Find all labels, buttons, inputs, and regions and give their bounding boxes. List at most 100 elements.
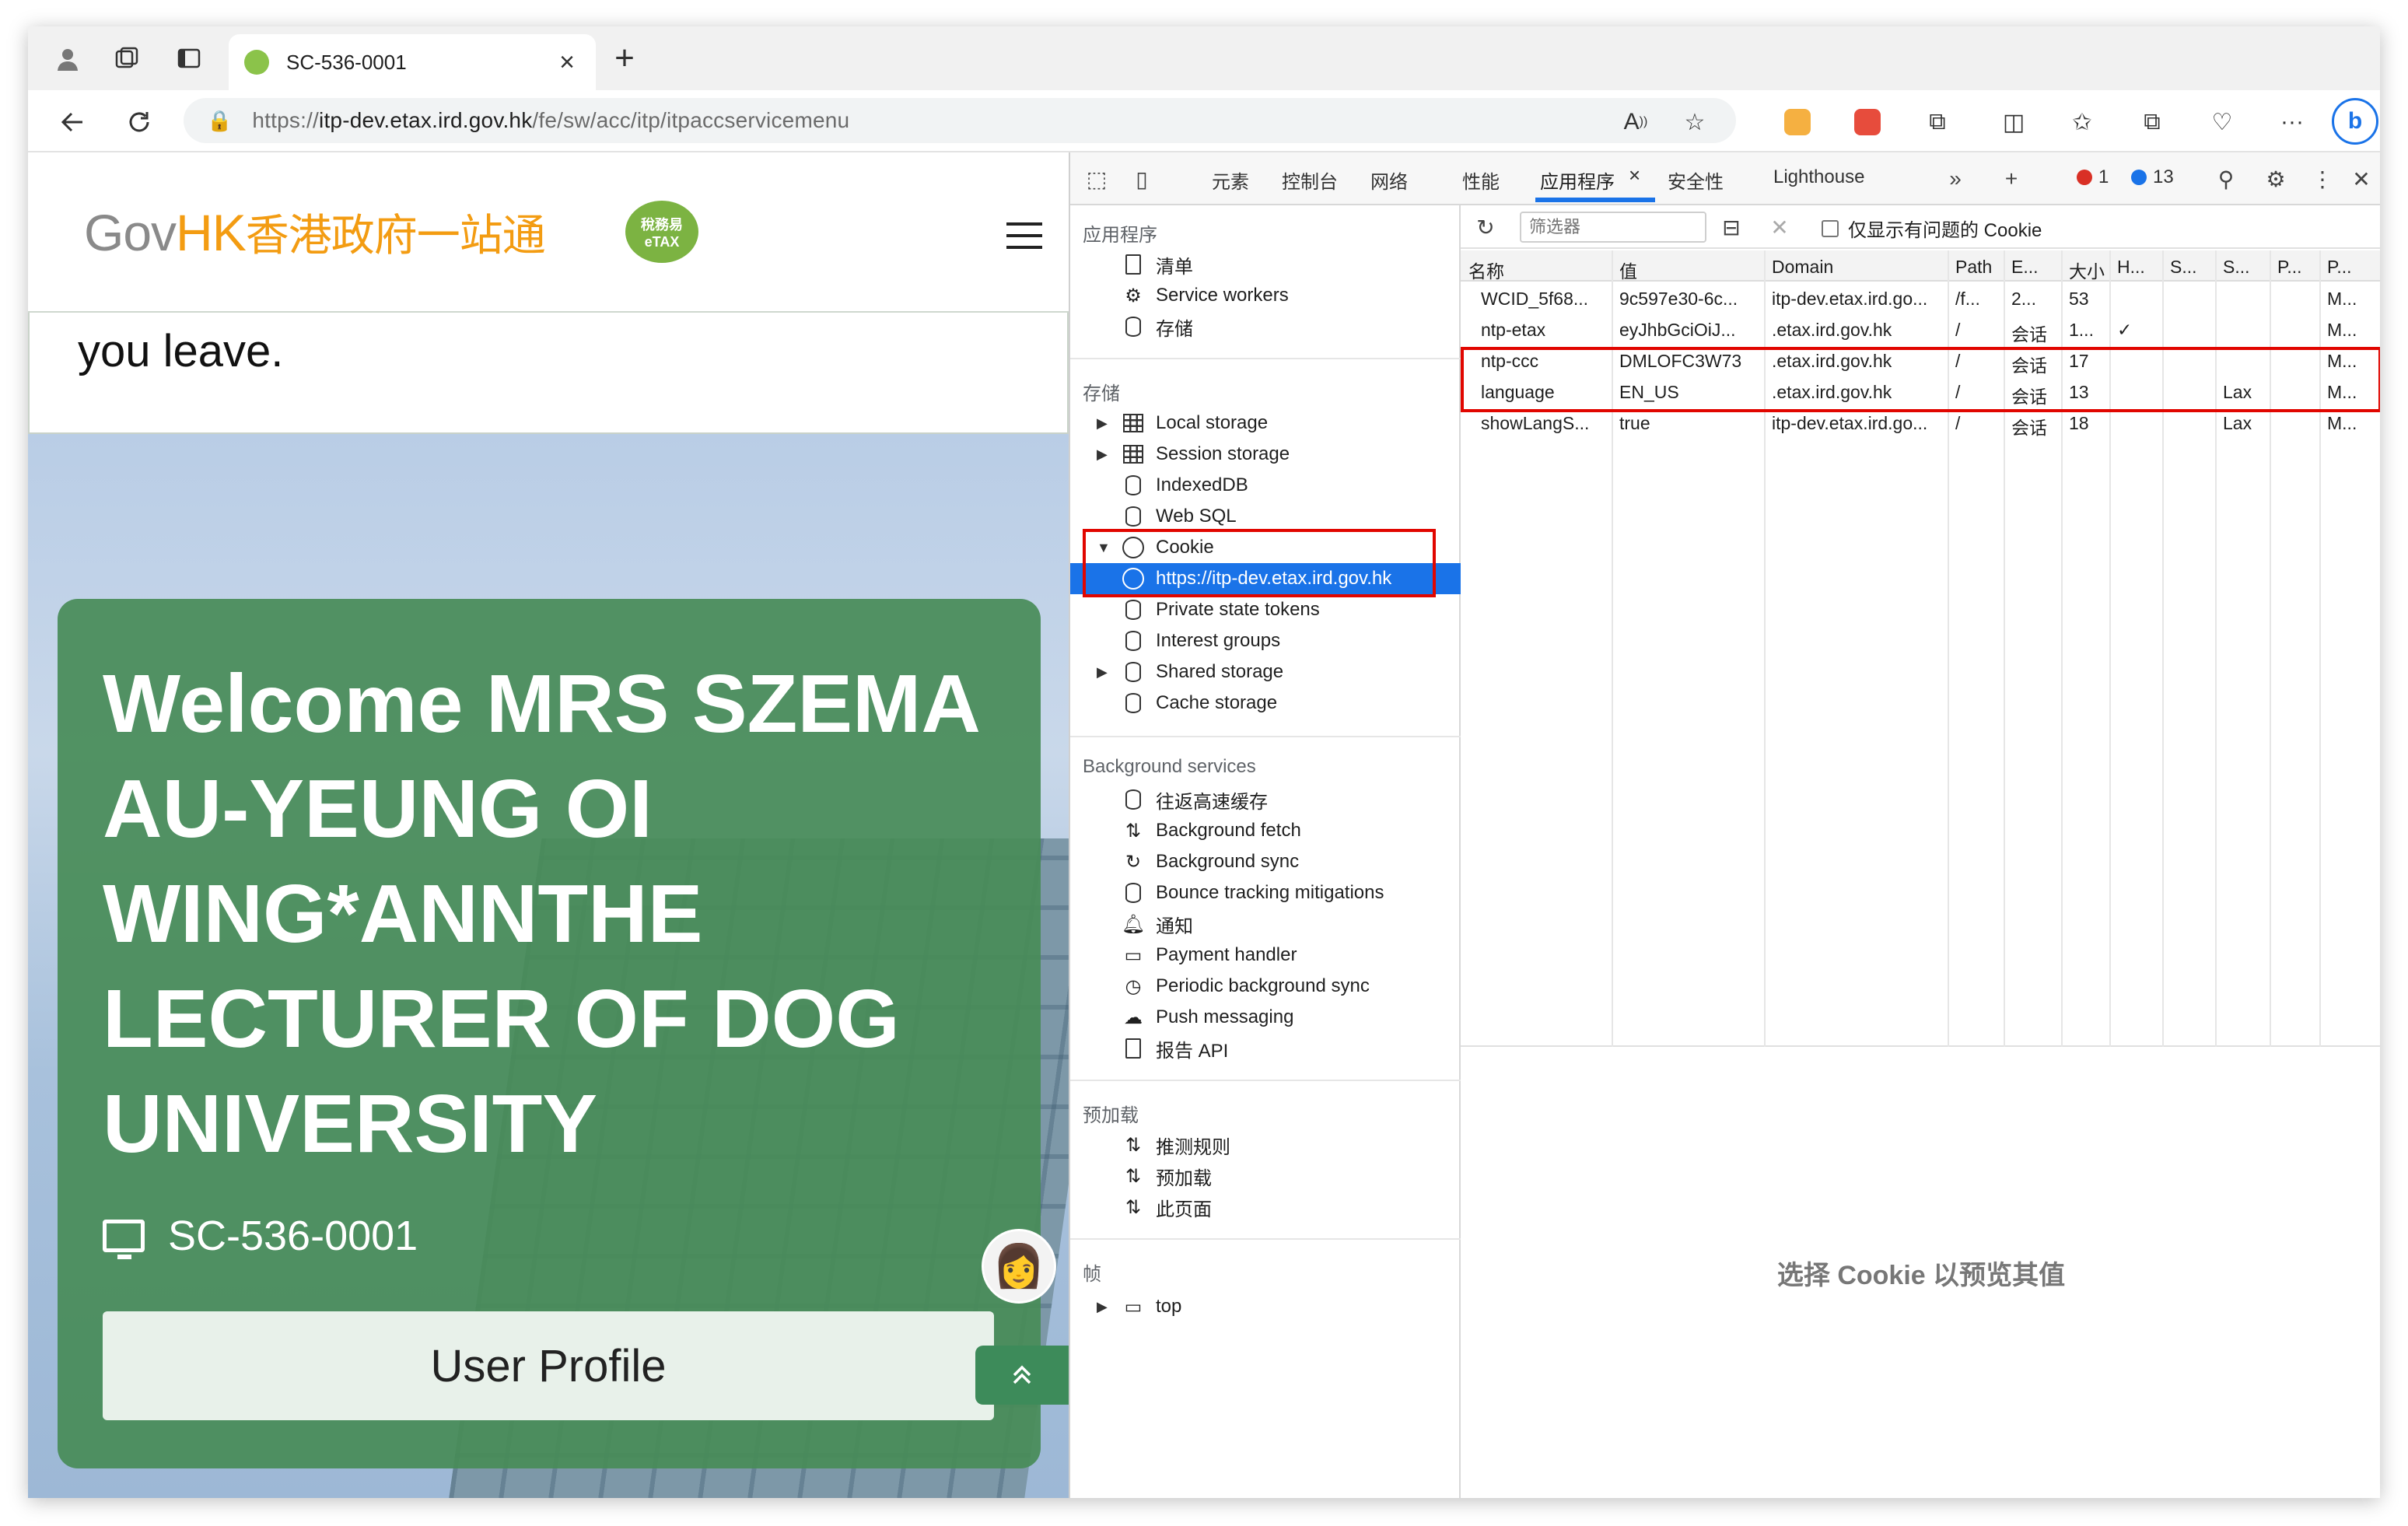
sidebar-item-reporting-api[interactable]: 报告 API [1097, 1033, 1228, 1064]
settings-gear-icon[interactable]: ⚙ [2260, 163, 2291, 194]
sidebar-item-top-frame[interactable]: ▶ ▭ top [1097, 1291, 1181, 1322]
user-feedback-icon[interactable]: ⚲ [2210, 163, 2242, 194]
more-tabs-icon[interactable]: » [1940, 163, 1971, 194]
more-menu-icon[interactable]: ··· [2271, 101, 2313, 143]
sidebar-item-storage[interactable]: 存储 [1097, 311, 1193, 342]
sidebar-item-periodic-sync[interactable]: ◷ Periodic background sync [1097, 971, 1370, 1002]
sidebar-item-speculation-rules[interactable]: ⇅ 推测规则 [1097, 1129, 1230, 1160]
scroll-to-top-button[interactable] [975, 1346, 1069, 1405]
assistant-avatar[interactable]: 👩 [982, 1229, 1056, 1304]
url-field[interactable]: 🔒 https://itp-dev.etax.ird.gov.hk/fe/sw/… [184, 98, 1736, 143]
refresh-icon[interactable] [118, 101, 160, 143]
tab-performance[interactable]: 性能 [1462, 166, 1500, 194]
bing-copilot-icon[interactable]: b [2332, 98, 2378, 145]
sidebar-item-service-workers[interactable]: ⚙ Service workers [1097, 280, 1289, 311]
favorites-list-icon[interactable]: ✩ [2061, 101, 2103, 143]
collapse-arrow-icon[interactable]: ▼ [1097, 540, 1120, 556]
error-counter[interactable]: 1 [2077, 166, 2109, 188]
sidebar-item-cookie[interactable]: ▼ Cookie [1097, 532, 1214, 563]
sidebar-item-session-storage[interactable]: ▶ Session storage [1097, 439, 1290, 470]
sidebar-item-background-sync[interactable]: ↻ Background sync [1097, 846, 1299, 877]
translate-extension-icon[interactable] [1846, 101, 1888, 143]
sidebar-item-indexeddb[interactable]: IndexedDB [1097, 470, 1248, 501]
column-header[interactable]: 大小 [2061, 250, 2109, 282]
column-header[interactable]: S... [2162, 250, 2215, 282]
sidebar-item-payment-handler[interactable]: ▭ Payment handler [1097, 940, 1297, 971]
sidebar-item-push-messaging[interactable]: ☁ Push messaging [1097, 1002, 1293, 1033]
expand-arrow-icon[interactable]: ▶ [1097, 1299, 1120, 1315]
favorite-star-icon[interactable]: ☆ [1674, 101, 1716, 143]
tab-close-icon[interactable]: × [554, 47, 580, 78]
sidebar-item-background-fetch[interactable]: ⇅ Background fetch [1097, 815, 1301, 846]
add-tab-icon[interactable]: + [1996, 163, 2027, 194]
split-screen-icon[interactable]: ◫ [1993, 101, 2035, 143]
sidebar-item-local-storage[interactable]: ▶ Local storage [1097, 408, 1268, 439]
close-devtools-icon[interactable]: ✕ [2346, 163, 2377, 194]
sidebar-item-preloads[interactable]: ⇅ 预加载 [1097, 1160, 1212, 1192]
expand-arrow-icon[interactable]: ▶ [1097, 664, 1120, 681]
column-header[interactable]: P... [2319, 250, 2380, 282]
sidebar-item-bfcache[interactable]: 往返高速缓存 [1097, 784, 1268, 815]
device-emulation-icon[interactable]: ▯ [1126, 163, 1157, 194]
back-arrow-icon[interactable] [51, 101, 93, 143]
sidebar-item-manifest[interactable]: 清单 [1097, 249, 1193, 280]
sidebar-item-bounce-tracking[interactable]: Bounce tracking mitigations [1097, 877, 1384, 908]
sidebar-item-notifications[interactable]: 🔔︎ 通知 [1097, 908, 1193, 940]
hamburger-menu-icon[interactable] [1006, 222, 1042, 249]
kebab-menu-icon[interactable]: ⋮ [2307, 163, 2338, 194]
tab-actions-icon[interactable] [168, 37, 210, 79]
sidebar-item-web-sql[interactable]: Web SQL [1097, 501, 1237, 532]
expand-arrow-icon[interactable]: ▶ [1097, 446, 1120, 463]
table-cell: M... [2327, 289, 2357, 309]
tab-active[interactable]: SC-536-0001 × [229, 34, 596, 90]
column-header[interactable]: Path [1948, 250, 2004, 282]
expand-arrow-icon[interactable]: ▶ [1097, 415, 1120, 432]
filter-input[interactable] [1520, 212, 1706, 243]
tab-security[interactable]: 安全性 [1668, 166, 1724, 194]
checkbox-icon[interactable] [1822, 219, 1839, 237]
sidebar-item-cookie-origin[interactable]: https://itp-dev.etax.ird.gov.hk [1120, 563, 1391, 594]
table-row[interactable]: ntp-etax eyJhbGciOiJ... .etax.ird.gov.hk / 会… [1461, 314, 2380, 345]
message-counter[interactable]: 13 [2131, 166, 2174, 188]
tab-close-icon[interactable]: × [1629, 163, 1640, 187]
column-header[interactable]: E... [2004, 250, 2061, 282]
tab-lighthouse[interactable]: Lighthouse [1773, 166, 1864, 188]
table-row[interactable]: ntp-ccc DMLOFC3W73 .etax.ird.gov.hk / 会话 17 M.… [1461, 345, 2380, 376]
sidebar-item-this-page[interactable]: ⇅ 此页面 [1097, 1192, 1212, 1223]
sidebar-item-private-state-tokens[interactable]: Private state tokens [1097, 594, 1320, 625]
tab-application[interactable]: 应用程序 [1540, 166, 1615, 194]
govhk-logo[interactable]: GovHK香港政府一站通 [84, 201, 546, 264]
refresh-icon[interactable]: ↻ [1470, 212, 1501, 243]
extension-orange-icon[interactable] [1776, 101, 1818, 143]
clear-filtered-icon[interactable]: ⊟ [1716, 212, 1747, 243]
column-header[interactable]: 值 [1612, 250, 1764, 282]
sidebar-item-shared-storage[interactable]: ▶ Shared storage [1097, 656, 1283, 688]
sidebar-item-cache-storage[interactable]: Cache storage [1097, 688, 1277, 719]
tab-elements[interactable]: 元素 [1212, 166, 1249, 194]
table-row[interactable]: showLangS... true itp-dev.etax.ird.go... / 会… [1461, 408, 2380, 439]
inspect-element-icon[interactable]: ⬚ [1081, 163, 1112, 194]
new-tab-button[interactable]: + [605, 40, 644, 76]
user-profile-button[interactable]: User Profile [103, 1311, 994, 1420]
table-row[interactable]: WCID_5f68... 9c597e30-6c... itp-dev.etax.i… [1461, 283, 2380, 314]
extensions-puzzle-icon[interactable]: ⧉ [1916, 101, 1958, 143]
table-cell: ✓ [2117, 320, 2133, 340]
health-icon[interactable]: ♡ [2201, 101, 2243, 143]
collections-icon[interactable]: ⧉ [2131, 101, 2173, 143]
table-row[interactable]: language EN_US .etax.ird.gov.hk / 会话 13 Lax M..… [1461, 376, 2380, 408]
tab-console[interactable]: 控制台 [1282, 166, 1338, 194]
only-issues-checkbox[interactable]: 仅显示有问题的 Cookie [1822, 215, 2042, 242]
column-header[interactable]: H... [2109, 250, 2162, 282]
profile-icon[interactable] [47, 37, 89, 79]
workspaces-icon[interactable] [106, 37, 148, 79]
read-aloud-icon[interactable]: A)) [1615, 101, 1657, 143]
delete-selected-icon[interactable]: ✕ [1764, 212, 1795, 243]
column-header[interactable]: S... [2215, 250, 2270, 282]
tab-network[interactable]: 网络 [1370, 166, 1408, 194]
column-header[interactable]: Domain [1764, 250, 1948, 282]
lock-icon[interactable]: 🔒 [207, 109, 232, 133]
sidebar-item-label: Service workers [1156, 285, 1289, 306]
column-header[interactable]: 名称 [1461, 250, 1612, 282]
sidebar-item-interest-groups[interactable]: Interest groups [1097, 625, 1280, 656]
column-header[interactable]: P... [2270, 250, 2319, 282]
